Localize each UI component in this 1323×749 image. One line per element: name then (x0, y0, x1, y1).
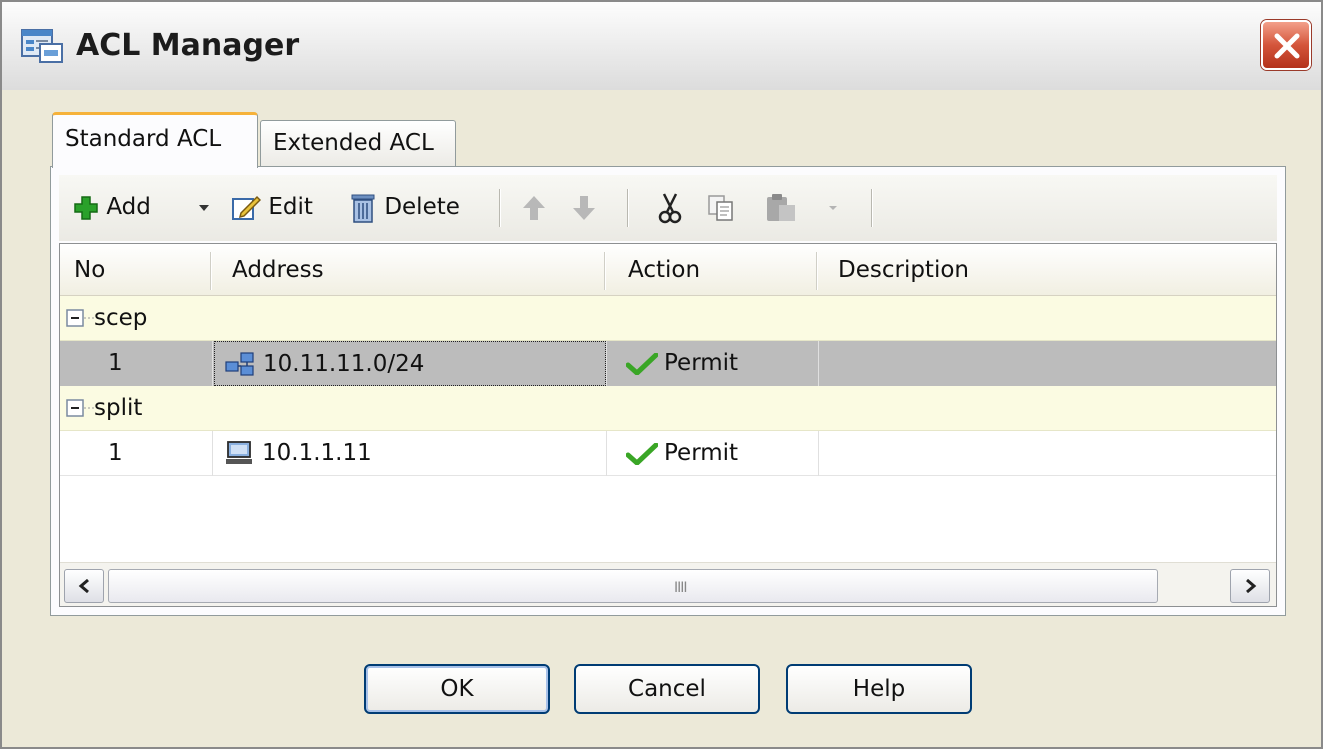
scrollbar-thumb[interactable]: IIII (108, 569, 1158, 603)
address-cell[interactable]: 10.11.11.0/24 (214, 341, 606, 386)
toolbar-separator (871, 189, 873, 227)
host-computer-icon (226, 441, 252, 464)
address-value: 10.11.11.0/24 (263, 351, 425, 377)
column-divider[interactable] (604, 252, 606, 290)
chevron-right-icon (1246, 579, 1257, 593)
move-down-button[interactable] (571, 187, 597, 227)
tab-standard-acl-label: Standard ACL (65, 126, 222, 152)
checkmark-icon (626, 443, 658, 465)
tree-branch (84, 317, 94, 319)
table-row[interactable]: 1 10.11.11.0/24 Permit (60, 341, 1276, 386)
cell-divider (212, 431, 213, 476)
trash-icon (351, 194, 375, 223)
cell-divider (818, 341, 819, 386)
dropdown-arrow-icon (199, 204, 209, 211)
address-cell[interactable]: 10.1.1.11 (214, 431, 606, 476)
group-row-scep[interactable]: scep (60, 296, 1276, 341)
horizontal-scrollbar[interactable]: IIII (60, 562, 1276, 606)
tab-extended-acl-label: Extended ACL (273, 130, 434, 156)
address-value: 10.1.1.11 (262, 440, 372, 466)
cut-icon (658, 192, 682, 223)
checkmark-icon (626, 353, 658, 375)
help-button[interactable]: Help (786, 664, 972, 714)
column-header-description[interactable]: Description (838, 244, 969, 296)
cell-divider (818, 431, 819, 476)
move-down-icon (573, 195, 595, 220)
table-row[interactable]: 1 10.1.1.11 Permit (60, 431, 1276, 476)
add-dropdown-button[interactable] (197, 187, 211, 227)
move-up-button[interactable] (521, 187, 547, 227)
delete-button[interactable]: Delete (349, 187, 460, 227)
window-title: ACL Manager (76, 28, 300, 63)
cell-divider (606, 341, 607, 386)
scroll-right-button[interactable] (1230, 569, 1270, 603)
group-row-split[interactable]: split (60, 386, 1276, 431)
row-number: 1 (108, 440, 123, 466)
add-label: Add (106, 194, 151, 220)
edit-button[interactable]: Edit (231, 187, 313, 227)
add-button[interactable]: Add (73, 187, 151, 227)
scrollbar-grip: IIII (674, 580, 687, 596)
column-header-action[interactable]: Action (628, 244, 700, 296)
cell-divider (606, 431, 607, 476)
cell-divider (212, 341, 213, 386)
ok-button[interactable]: OK (364, 664, 550, 714)
close-button[interactable] (1261, 20, 1311, 70)
group-name: split (94, 395, 143, 421)
toolbar-separator (627, 189, 629, 227)
tree-branch (84, 407, 94, 409)
paste-icon (767, 193, 795, 221)
network-icon (225, 352, 254, 376)
close-x-icon (1274, 33, 1300, 59)
acl-manager-app-icon (20, 26, 64, 66)
column-divider[interactable] (816, 252, 818, 290)
edit-icon (232, 195, 262, 220)
dialog-body: Standard ACL Extended ACL Add Edit Delet… (2, 90, 1321, 747)
acl-manager-window: ACL Manager Standard ACL Extended ACL Ad… (0, 0, 1323, 749)
toolbar: Add Edit Delete (59, 175, 1277, 241)
cancel-button[interactable]: Cancel (574, 664, 760, 714)
title-bar[interactable]: ACL Manager (2, 2, 1321, 90)
column-header-no[interactable]: No (74, 244, 105, 296)
plus-icon (74, 195, 98, 220)
chevron-left-icon (78, 579, 89, 593)
action-value: Permit (664, 350, 739, 376)
copy-button[interactable] (707, 187, 735, 227)
paste-dropdown-icon (829, 205, 837, 210)
column-divider[interactable] (210, 252, 212, 290)
group-name: scep (94, 305, 148, 331)
collapse-icon[interactable] (66, 399, 84, 417)
tab-standard-acl[interactable]: Standard ACL (52, 112, 258, 168)
scroll-left-button[interactable] (64, 569, 104, 603)
collapse-icon[interactable] (66, 309, 84, 327)
paste-button[interactable] (765, 187, 799, 227)
tab-extended-acl[interactable]: Extended ACL (260, 120, 456, 166)
row-number: 1 (108, 350, 123, 376)
paste-dropdown-button[interactable] (827, 187, 839, 227)
table-header: No Address Action Description (60, 244, 1276, 296)
column-header-address[interactable]: Address (232, 244, 324, 296)
edit-label: Edit (268, 194, 313, 220)
tab-panel: Add Edit Delete No Address Action Descri… (50, 166, 1286, 616)
delete-label: Delete (384, 194, 460, 220)
toolbar-separator (499, 189, 501, 227)
cut-button[interactable] (657, 187, 683, 227)
action-value: Permit (664, 440, 739, 466)
move-up-icon (523, 195, 545, 220)
copy-icon (708, 194, 733, 221)
acl-table[interactable]: No Address Action Description scep 1 10.… (59, 243, 1277, 607)
